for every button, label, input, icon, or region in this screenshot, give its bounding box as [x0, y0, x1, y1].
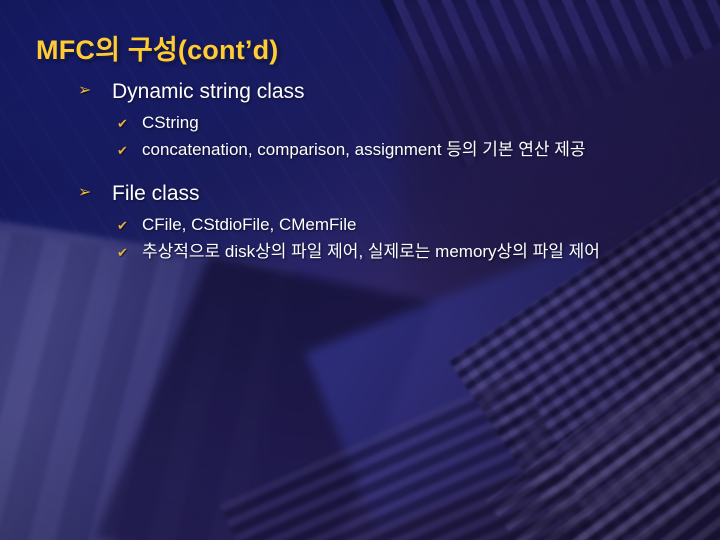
slide-title: MFC의 구성(cont’d): [36, 35, 279, 65]
bullet-level2-cstring: ✔ CString: [0, 111, 720, 136]
arrowhead-bullet-icon: ➢: [78, 184, 92, 201]
bullet-level2-label: 추상적으로 disk상의 파일 제어, 실제로는 memory상의 파일 제어: [142, 242, 600, 261]
bullet-level2-file-classes: ✔ CFile, CStdioFile, CMemFile: [0, 213, 720, 238]
bullet-level2-label: CString: [142, 113, 199, 132]
bullet-level1-label: File class: [112, 182, 200, 205]
checkmark-bullet-icon: ✔: [117, 218, 128, 233]
checkmark-bullet-icon: ✔: [117, 116, 128, 131]
bullet-level1-file-class: ➢ File class: [0, 180, 720, 208]
presentation-slide: MFC의 구성(cont’d) ➢ Dynamic string class ✔…: [0, 0, 720, 540]
bullet-level1-label: Dynamic string class: [112, 80, 305, 103]
bullet-level2-label: concatenation, comparison, assignment 등의…: [142, 140, 586, 159]
arrowhead-bullet-icon: ➢: [78, 82, 92, 99]
bullet-level2-file-abstraction: ✔ 추상적으로 disk상의 파일 제어, 실제로는 memory상의 파일 제…: [0, 240, 720, 265]
bullet-level1-dynamic-string-class: ➢ Dynamic string class: [0, 78, 720, 106]
checkmark-bullet-icon: ✔: [117, 143, 128, 158]
checkmark-bullet-icon: ✔: [117, 245, 128, 260]
slide-content: MFC의 구성(cont’d) ➢ Dynamic string class ✔…: [0, 0, 720, 540]
slide-body-list: ➢ Dynamic string class ✔ CString ✔ conca…: [0, 78, 720, 265]
bullet-level2-string-operations: ✔ concatenation, comparison, assignment …: [0, 138, 720, 163]
bullet-level2-label: CFile, CStdioFile, CMemFile: [142, 215, 357, 234]
